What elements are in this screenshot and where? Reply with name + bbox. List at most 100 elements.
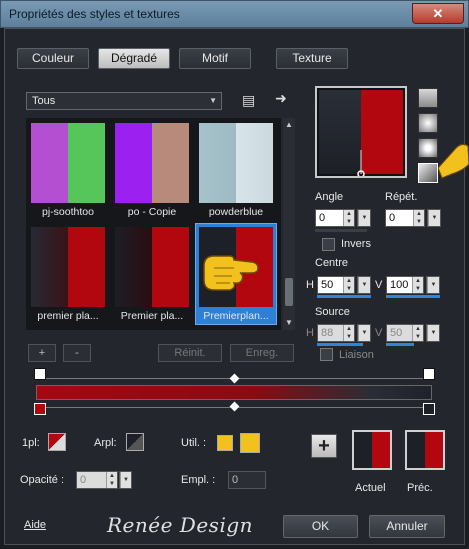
- opacity-stop-left[interactable]: [34, 368, 46, 380]
- foreground-swatch[interactable]: [48, 433, 66, 451]
- previous-gradient-preview[interactable]: [405, 430, 445, 470]
- chevron-down-icon: ▼: [358, 277, 370, 293]
- liaison-checkbox[interactable]: [320, 348, 333, 361]
- source-label: Source: [315, 306, 350, 318]
- swatch-preview: [199, 123, 273, 203]
- source-v-slider[interactable]: [386, 343, 414, 346]
- centre-h-value: 50: [321, 279, 334, 291]
- color-stop-right[interactable]: [423, 403, 435, 415]
- close-button[interactable]: ✕: [412, 3, 464, 24]
- centre-v-value: 100: [390, 279, 409, 291]
- arrow-right-icon[interactable]: ➜: [275, 90, 287, 107]
- swatch-label: po - Copie: [127, 206, 177, 218]
- centre-h-label: H: [306, 279, 314, 291]
- chevron-up-icon[interactable]: ▲: [285, 120, 293, 129]
- centre-v-label: V: [375, 279, 383, 291]
- radial-style-button[interactable]: [418, 138, 438, 158]
- angle-dropdown[interactable]: ▼: [357, 209, 371, 227]
- spin-arrows-icon[interactable]: ▲ ▼: [343, 325, 354, 341]
- window-title: Propriétés des styles et textures: [9, 7, 180, 21]
- swatch-label: powderblue: [208, 206, 264, 218]
- pointing-hand-icon: [438, 143, 469, 179]
- color-stop-left[interactable]: [34, 403, 46, 415]
- source-h-slider[interactable]: [317, 343, 363, 346]
- scrollbar-thumb[interactable]: [285, 278, 293, 306]
- tab-degrade[interactable]: Dégradé: [98, 48, 170, 69]
- add-to-swatch-button[interactable]: +: [311, 434, 337, 458]
- remove-gradient-button[interactable]: -: [63, 344, 91, 362]
- ok-button[interactable]: OK: [283, 515, 358, 538]
- gradient-editor-bar[interactable]: [36, 385, 432, 400]
- reinit-button[interactable]: Réinit.: [158, 344, 222, 362]
- opacity-label: Opacité :: [20, 474, 65, 486]
- repeat-value: 0: [389, 212, 396, 224]
- rectangular-style-button[interactable]: [418, 113, 438, 133]
- tab-motif[interactable]: Motif: [179, 48, 251, 69]
- location-input[interactable]: 0: [228, 471, 266, 489]
- chevron-down-icon: ▼: [209, 96, 217, 105]
- add-gradient-button[interactable]: +: [28, 344, 56, 362]
- opacity-dropdown[interactable]: ▼: [119, 471, 132, 489]
- centre-v-slider[interactable]: [386, 295, 440, 298]
- source-h-dropdown[interactable]: ▼: [357, 324, 371, 342]
- gradient-preview[interactable]: [315, 86, 407, 178]
- source-h-value: 88: [321, 327, 334, 339]
- background-swatch[interactable]: [126, 433, 144, 451]
- centre-h-slider[interactable]: [317, 295, 371, 298]
- sunburst-style-button[interactable]: [418, 163, 438, 183]
- cancel-button[interactable]: Annuler: [369, 515, 445, 538]
- chevron-down-icon: ▼: [120, 472, 131, 488]
- repeat-dropdown[interactable]: ▼: [427, 209, 441, 227]
- gradient-swatch[interactable]: Premier pla...: [112, 224, 192, 324]
- opacity-stop-right[interactable]: [423, 368, 435, 380]
- gradient-list-scrollbar[interactable]: ▲ ▼: [283, 118, 295, 330]
- repeat-input[interactable]: 0 ▲ ▼: [385, 209, 425, 227]
- linear-style-button[interactable]: [418, 88, 438, 108]
- user-color-swatch[interactable]: [217, 435, 233, 451]
- spin-arrows-icon[interactable]: ▲ ▼: [412, 325, 423, 341]
- gradient-swatch[interactable]: powderblue: [196, 120, 276, 220]
- opacity-value: 0: [80, 474, 87, 486]
- swatch-preview: [115, 227, 189, 307]
- swatch-preview: [31, 123, 105, 203]
- opacity-input[interactable]: 0 ▲ ▼: [76, 471, 118, 489]
- tab-couleur[interactable]: Couleur: [17, 48, 89, 69]
- spin-arrows-icon[interactable]: ▲ ▼: [412, 277, 423, 293]
- spin-arrows-icon[interactable]: ▲ ▼: [343, 210, 354, 226]
- angle-input[interactable]: 0 ▲ ▼: [315, 209, 355, 227]
- gradient-swatch[interactable]: premier pla...: [28, 224, 108, 324]
- tab-texture[interactable]: Texture: [276, 48, 348, 69]
- spin-arrows-icon[interactable]: ▲ ▼: [343, 277, 354, 293]
- gradient-swatch[interactable]: pj-soothtoo: [28, 120, 108, 220]
- angle-slider[interactable]: [315, 229, 367, 232]
- centre-v-input[interactable]: 100 ▲ ▼: [386, 276, 424, 294]
- chevron-down-icon: ▼: [427, 277, 439, 293]
- center-handle-icon[interactable]: [317, 88, 405, 176]
- chevron-down-icon: ▼: [358, 210, 370, 226]
- chevron-down-icon[interactable]: ▼: [285, 318, 293, 327]
- source-h-input[interactable]: 88 ▲ ▼: [317, 324, 355, 342]
- spin-arrows-icon[interactable]: ▲ ▼: [106, 472, 117, 488]
- source-v-input[interactable]: 50 ▲ ▼: [386, 324, 424, 342]
- centre-h-input[interactable]: 50 ▲ ▼: [317, 276, 355, 294]
- swatch-label: Premierplan...: [203, 310, 269, 322]
- centre-v-dropdown[interactable]: ▼: [426, 276, 440, 294]
- title-bar: Propriétés des styles et textures ✕: [0, 0, 469, 28]
- help-link[interactable]: Aide: [24, 519, 46, 531]
- chevron-down-icon: ▼: [358, 325, 370, 341]
- category-select[interactable]: Tous ▼: [26, 92, 222, 110]
- current-gradient-preview: [352, 430, 392, 470]
- swatch-label: premier pla...: [37, 310, 99, 322]
- gradient-swatch[interactable]: po - Copie: [112, 120, 192, 220]
- swatch-preview: [31, 227, 105, 307]
- source-v-dropdown[interactable]: ▼: [426, 324, 440, 342]
- save-gradient-button[interactable]: Enreg.: [230, 344, 294, 362]
- file-icon[interactable]: ▤: [242, 92, 255, 109]
- previous-label: Préc.: [407, 482, 433, 494]
- spin-arrows-icon[interactable]: ▲ ▼: [413, 210, 424, 226]
- invers-checkbox[interactable]: [322, 238, 335, 251]
- user-color-swatch-large[interactable]: [240, 433, 260, 453]
- centre-h-dropdown[interactable]: ▼: [357, 276, 371, 294]
- swatch-label: Premier pla...: [120, 310, 184, 322]
- location-label: Empl. :: [181, 474, 216, 486]
